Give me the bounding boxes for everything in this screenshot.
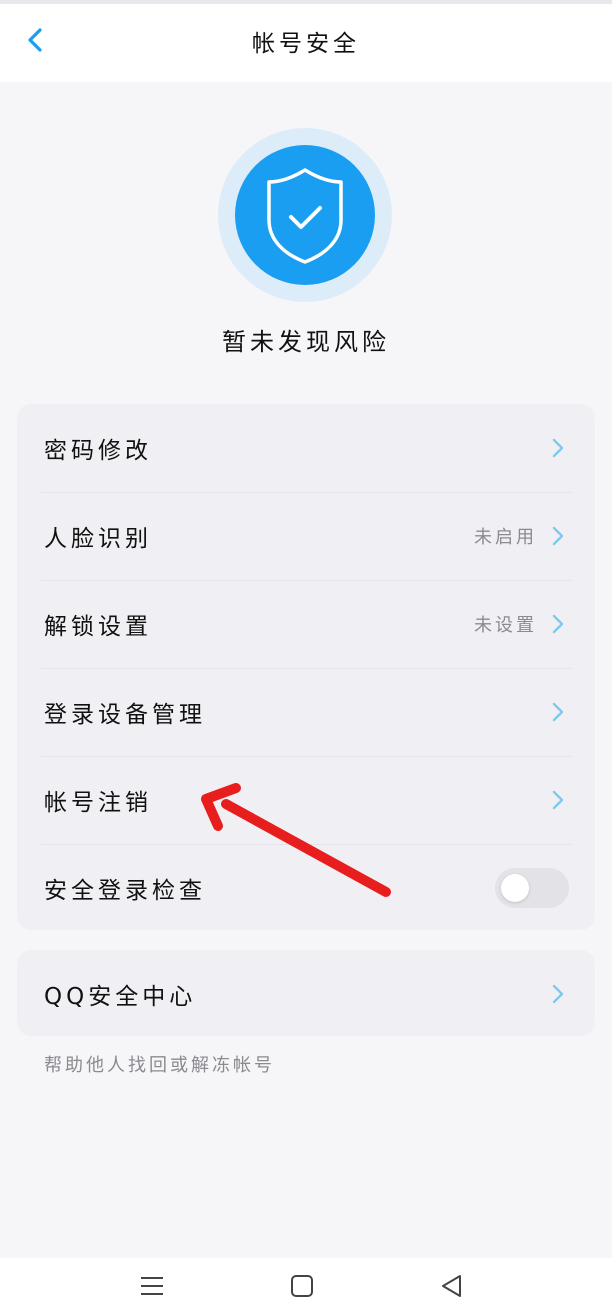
settings-item-label: 帐号注销	[44, 790, 152, 816]
page-title: 帐号安全	[252, 31, 360, 57]
settings-item-face-recognition[interactable]: 人脸识别 未启用	[17, 492, 595, 580]
chevron-right-icon	[552, 526, 564, 546]
settings-item-label: 安全登录检查	[44, 878, 206, 904]
safe-login-check-toggle[interactable]	[495, 868, 569, 908]
chevron-right-icon	[552, 790, 564, 810]
settings-item-label: 密码修改	[44, 438, 152, 464]
chevron-right-icon	[552, 984, 564, 1004]
settings-item-value: 未启用	[474, 527, 537, 548]
settings-item-value: 未设置	[474, 615, 537, 636]
chevron-right-icon	[552, 438, 564, 458]
security-settings-card: 密码修改 人脸识别 未启用 解锁设置 未设置 登录设备管理 帐号注销 安全登录检…	[17, 404, 595, 930]
settings-item-label: 登录设备管理	[44, 702, 206, 728]
qq-security-center-item[interactable]: QQ安全中心	[17, 950, 595, 1036]
system-navigation-bar	[0, 1258, 612, 1310]
settings-item-safe-login-check: 安全登录检查	[17, 844, 595, 930]
settings-item-password-change[interactable]: 密码修改	[17, 404, 595, 492]
menu-icon	[141, 1277, 163, 1295]
recent-apps-button[interactable]	[138, 1272, 166, 1300]
shield-check-icon	[218, 128, 392, 302]
qq-security-center-card: QQ安全中心	[17, 950, 595, 1036]
chevron-right-icon	[552, 614, 564, 634]
help-recover-account-link[interactable]: 帮助他人找回或解冻帐号	[44, 1051, 275, 1077]
settings-item-device-management[interactable]: 登录设备管理	[17, 668, 595, 756]
settings-item-label: 人脸识别	[44, 526, 152, 552]
security-status-text: 暂未发现风险	[222, 328, 390, 356]
security-status-icon	[218, 128, 392, 302]
settings-item-unlock-settings[interactable]: 解锁设置 未设置	[17, 580, 595, 668]
back-triangle-icon	[442, 1275, 461, 1297]
qq-security-center-label: QQ安全中心	[44, 984, 197, 1010]
settings-item-account-deletion[interactable]: 帐号注销	[17, 756, 595, 844]
toggle-knob	[501, 874, 529, 902]
navigation-bar: 帐号安全	[0, 4, 612, 82]
chevron-right-icon	[552, 702, 564, 722]
home-button[interactable]	[288, 1272, 316, 1300]
home-square-icon	[291, 1275, 313, 1297]
settings-item-label: 解锁设置	[44, 614, 152, 640]
system-back-button[interactable]	[438, 1272, 466, 1300]
